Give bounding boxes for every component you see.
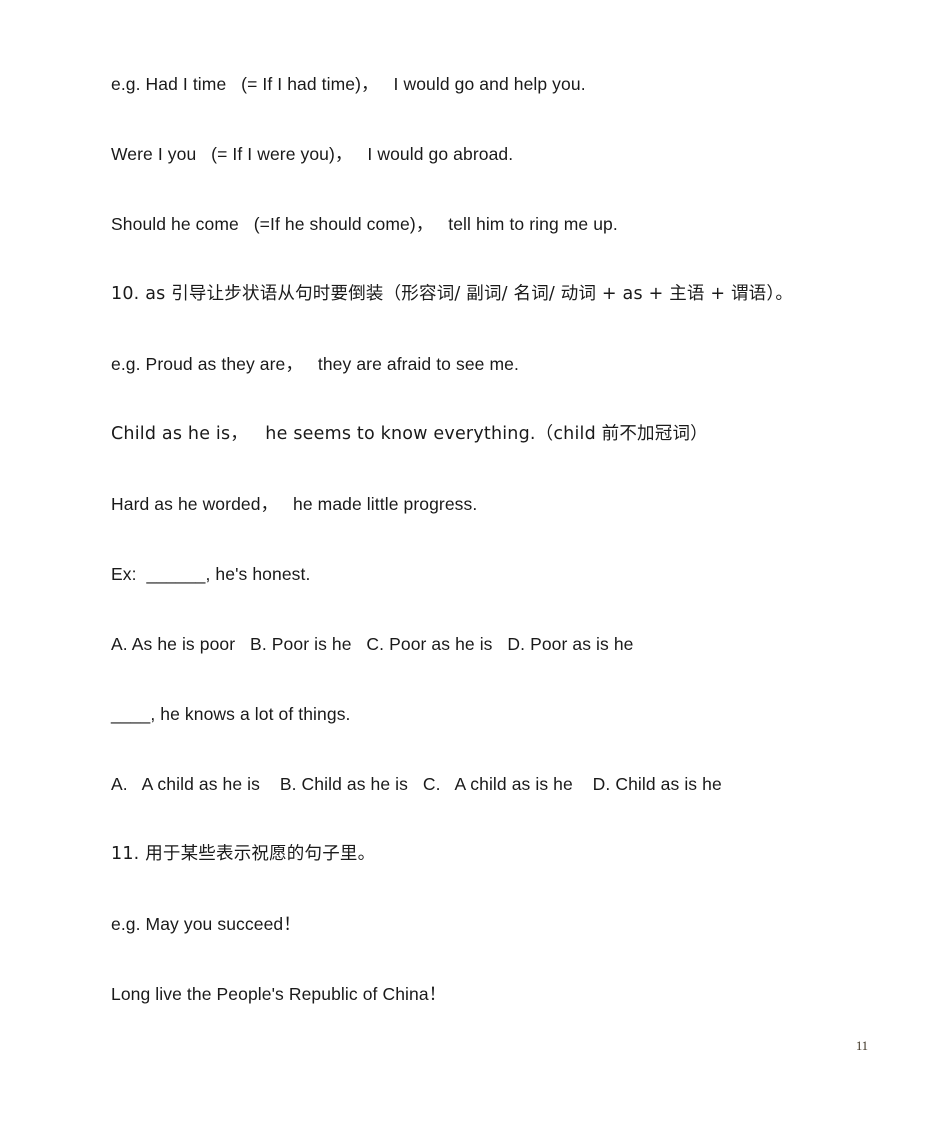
text-line-example-child-as-he-is: Child as he is， he seems to know everyth… xyxy=(111,424,708,444)
text-line-rule-10-as-inversion: 10. as 引导让步状语从句时要倒装（形容词/ 副词/ 名词/ 动词 + as… xyxy=(111,284,794,304)
text-line-exercise-1-stem: Ex: ______, he's honest. xyxy=(111,564,311,584)
text-line-example-hard-as-he-worded: Hard as he worded， he made little progre… xyxy=(111,494,478,514)
text-line-example-proud-as-they-are: e.g. Proud as they are， they are afraid … xyxy=(111,354,519,374)
text-line-rule-11-wishes: 11. 用于某些表示祝愿的句子里。 xyxy=(111,844,376,864)
text-line-exercise-2-options: A. A child as he is B. Child as he is C.… xyxy=(111,774,722,794)
text-line-example-may-you-succeed: e.g. May you succeed！ xyxy=(111,914,301,934)
text-line-example-should-he-come: Should he come (=If he should come)， tel… xyxy=(111,214,618,234)
text-line-exercise-2-stem: ____, he knows a lot of things. xyxy=(111,704,351,724)
document-page: e.g. Had I time (= If I had time)， I wou… xyxy=(0,0,945,1123)
page-number: 11 xyxy=(856,1039,869,1053)
text-line-example-were-i-you: Were I you (= If I were you)， I would go… xyxy=(111,144,514,164)
document-body: e.g. Had I time (= If I had time)， I wou… xyxy=(111,74,901,1056)
text-line-example-had-i-time: e.g. Had I time (= If I had time)， I wou… xyxy=(111,74,586,94)
text-line-example-long-live: Long live the People's Republic of China… xyxy=(111,984,447,1004)
text-line-exercise-1-options: A. As he is poor B. Poor is he C. Poor a… xyxy=(111,634,634,654)
